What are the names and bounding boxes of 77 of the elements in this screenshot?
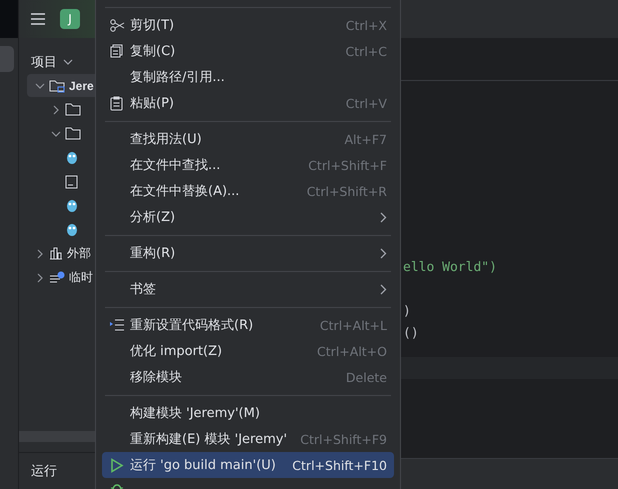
menu-item[interactable]: 分析(Z) bbox=[102, 204, 394, 230]
menu-label: 在文件中替换(A)... bbox=[130, 183, 240, 200]
chevron-down-icon bbox=[63, 59, 73, 65]
menu-label: 在文件中查找... bbox=[130, 157, 220, 174]
shortcut-label: Ctrl+Shift+F9 bbox=[300, 432, 387, 446]
gopher-icon bbox=[65, 198, 79, 213]
menu-item[interactable]: 查找用法(U) Alt+F7 bbox=[102, 126, 394, 152]
menu-label: 剪切(T) bbox=[130, 17, 174, 34]
menu-label: 查找用法(U) bbox=[130, 131, 202, 148]
library-icon bbox=[49, 247, 63, 260]
tree-row[interactable]: Jere bbox=[27, 74, 96, 97]
play-icon bbox=[110, 458, 124, 472]
shortcut-label: Ctrl+Shift+F10 bbox=[292, 458, 387, 472]
shortcut-label: Delete bbox=[346, 370, 387, 384]
code-line: ) bbox=[403, 304, 411, 319]
gopher-icon bbox=[65, 222, 79, 237]
menu-item[interactable]: 优化 import(Z) Ctrl+Alt+O bbox=[102, 338, 394, 364]
menu-label: 优化 import(Z) bbox=[130, 343, 222, 360]
menu-item[interactable]: 构建模块 'Jeremy'(M) bbox=[102, 400, 394, 426]
copy-icon bbox=[110, 44, 123, 58]
menu-item[interactable]: 重新构建(E) 模块 'Jeremy' Ctrl+Shift+F9 bbox=[102, 426, 394, 452]
menu-label: 运行 'go build main'(U) bbox=[130, 457, 276, 474]
menu-label: 重构(R) bbox=[130, 245, 176, 262]
tree-label: Jere bbox=[69, 78, 94, 92]
menu-label: 重新设置代码格式(R) bbox=[130, 317, 254, 334]
menu-item[interactable]: 剪切(T) Ctrl+X bbox=[102, 12, 394, 38]
menu-item[interactable]: 重新设置代码格式(R) Ctrl+Alt+L bbox=[102, 312, 394, 338]
menu-label: 粘贴(P) bbox=[130, 95, 174, 112]
chevron-icon[interactable] bbox=[35, 272, 45, 282]
clipboard-icon bbox=[110, 96, 123, 110]
code-line: ello World") bbox=[403, 260, 497, 275]
chevron-icon[interactable] bbox=[51, 104, 61, 114]
toolbar-field[interactable] bbox=[0, 0, 18, 38]
menu-item[interactable]: 复制(C) Ctrl+C bbox=[102, 38, 394, 64]
menu-item[interactable]: 重构(R) bbox=[102, 240, 394, 266]
chevron-icon[interactable] bbox=[35, 248, 45, 258]
shortcut-label: Alt+F7 bbox=[344, 132, 387, 146]
menu-item[interactable]: 移除模块 Delete bbox=[102, 364, 394, 390]
module-folder-icon bbox=[49, 78, 65, 92]
file-icon bbox=[65, 174, 78, 188]
shortcut-label: Ctrl+Alt+O bbox=[317, 344, 387, 358]
menu-item[interactable]: 运行 'go build main'(U) Ctrl+Shift+F10 bbox=[102, 452, 394, 478]
folder-icon bbox=[65, 103, 81, 116]
menu-item[interactable]: 书签 bbox=[102, 276, 394, 302]
scissors-icon bbox=[110, 18, 125, 32]
scrollbar[interactable] bbox=[19, 431, 96, 442]
shortcut-label: Ctrl+C bbox=[346, 44, 387, 58]
tree-row[interactable]: 外部 bbox=[27, 242, 96, 265]
menu-item[interactable]: 在文件中查找... Ctrl+Shift+F bbox=[102, 152, 394, 178]
menu-label: 复制路径/引用... bbox=[130, 69, 225, 86]
menu-label: 构建模块 'Jeremy'(M) bbox=[130, 405, 260, 422]
folder-icon bbox=[65, 127, 81, 140]
menu-icon[interactable] bbox=[30, 12, 46, 26]
shortcut-label: Ctrl+X bbox=[346, 18, 387, 32]
shortcut-label: Ctrl+Alt+L bbox=[320, 318, 387, 332]
chevron-icon[interactable] bbox=[51, 128, 61, 138]
menu-label: 移除模块 bbox=[130, 369, 182, 386]
format-icon bbox=[110, 319, 124, 331]
menu-label: 复制(C) bbox=[130, 43, 176, 60]
panel-title[interactable]: 运行 bbox=[31, 462, 57, 480]
tree-label: 临时 bbox=[69, 269, 93, 286]
menu-label: 重新构建(E) 模块 'Jeremy' bbox=[130, 431, 288, 448]
gopher-icon bbox=[65, 150, 79, 165]
menu-label: 书签 bbox=[130, 281, 156, 298]
menu-item[interactable]: 粘贴(P) Ctrl+V bbox=[102, 90, 394, 116]
panel-title[interactable]: 项目 bbox=[31, 53, 57, 71]
menu-item[interactable]: 复制路径/引用... bbox=[102, 64, 394, 90]
shortcut-label: Ctrl+Shift+F bbox=[308, 158, 387, 172]
shortcut-label: Ctrl+Shift+R bbox=[306, 184, 387, 198]
tree-label: 外部 bbox=[67, 245, 91, 262]
scratches-icon bbox=[49, 270, 65, 284]
menu-label: 分析(Z) bbox=[130, 209, 176, 226]
tree-row[interactable]: 临时 bbox=[27, 266, 96, 289]
code-line: () bbox=[403, 326, 419, 341]
chevron-icon[interactable] bbox=[35, 80, 45, 90]
shortcut-label: Ctrl+V bbox=[346, 96, 387, 110]
menu-item[interactable]: 在文件中替换(A)... Ctrl+Shift+R bbox=[102, 178, 394, 204]
